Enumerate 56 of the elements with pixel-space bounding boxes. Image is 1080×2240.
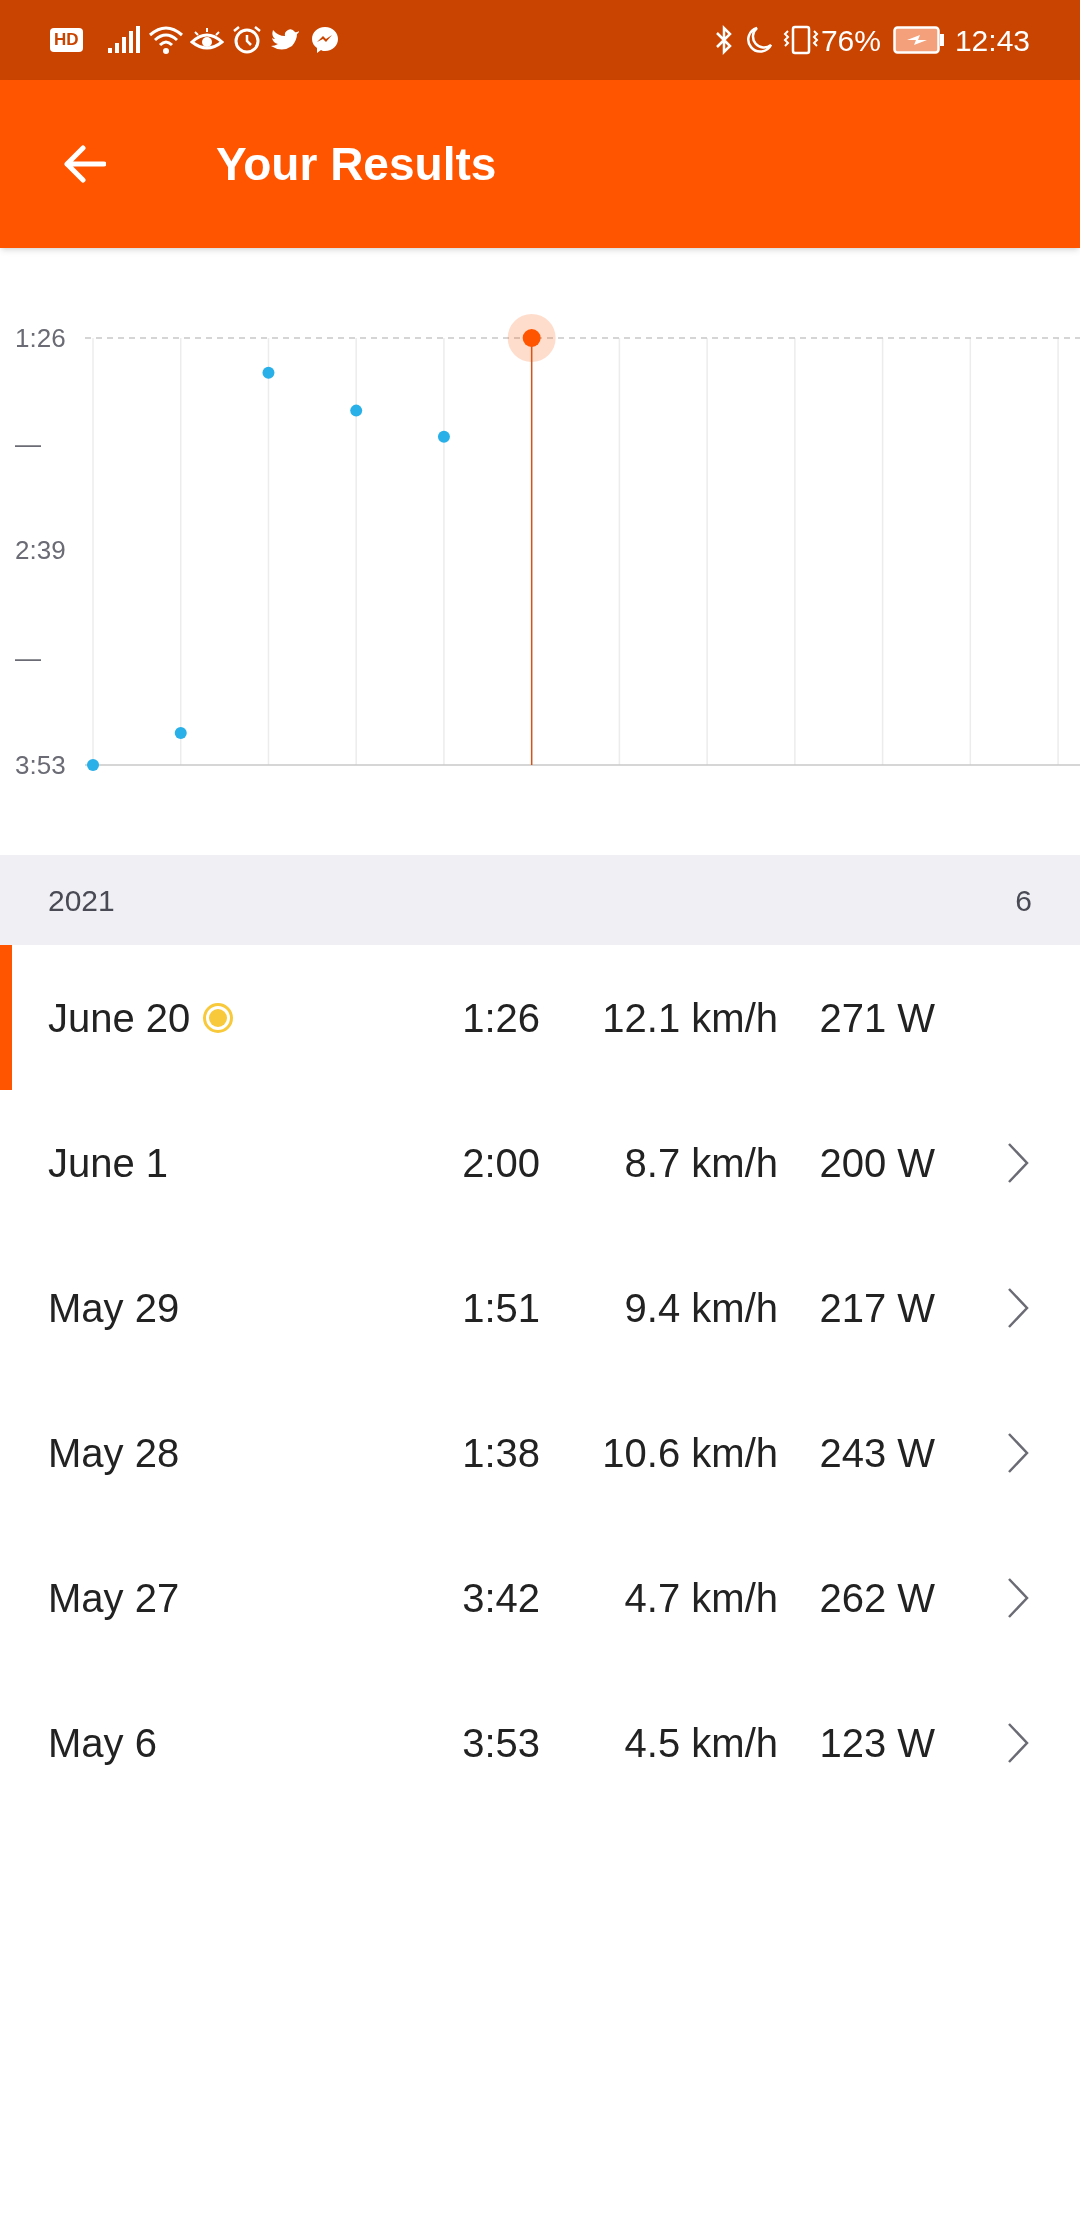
data-point: [262, 366, 275, 379]
axis-label: —: [15, 642, 41, 673]
result-speed: 9.4 km/h: [623, 1284, 778, 1332]
result-count: 6: [1015, 882, 1032, 919]
result-power: 123 W: [818, 1719, 935, 1767]
clock-time: 12:43: [954, 22, 1030, 59]
result-power: 200 W: [818, 1139, 935, 1187]
result-row[interactable]: May 29 1:51 9.4 km/h 217 W: [0, 1235, 1080, 1380]
data-point: [437, 430, 450, 443]
result-time: 2:00: [461, 1139, 540, 1187]
data-point: [174, 727, 187, 740]
data-point: [522, 329, 541, 347]
result-power: 262 W: [818, 1574, 935, 1622]
back-arrow-icon: [62, 144, 106, 184]
result-power: 217 W: [818, 1284, 935, 1332]
result-time: 1:51: [461, 1284, 540, 1332]
result-power: 243 W: [818, 1429, 935, 1477]
result-row[interactable]: May 6 3:53 4.5 km/h 123 W: [0, 1670, 1080, 1815]
result-power: 271 W: [818, 994, 935, 1042]
result-date: May 29: [48, 1284, 180, 1332]
result-time: 1:26: [461, 994, 540, 1042]
result-speed: 4.5 km/h: [623, 1719, 778, 1767]
bluetooth-icon: [714, 25, 733, 55]
alarm-icon: [231, 25, 262, 55]
screen-title: Your Results: [216, 136, 497, 192]
moon-icon: [744, 25, 773, 55]
result-date: May 6: [48, 1719, 157, 1767]
result-row[interactable]: May 27 3:42 4.7 km/h 262 W: [0, 1525, 1080, 1670]
vibrate-icon: [782, 25, 819, 55]
year-label: 2021: [48, 882, 115, 919]
axis-label: 2:39: [15, 535, 66, 566]
result-date: June 20: [48, 994, 191, 1042]
result-date: May 27: [48, 1574, 180, 1622]
result-date: May 28: [48, 1429, 180, 1477]
result-time: 3:53: [461, 1719, 540, 1767]
battery-percentage: 76%: [820, 22, 881, 59]
result-row[interactable]: June 20 1:26 12.1 km/h 271 W: [0, 945, 1080, 1090]
result-date: June 1: [48, 1139, 169, 1187]
axis-label: —: [15, 429, 41, 459]
result-time: 3:42: [461, 1574, 540, 1622]
result-speed: 8.7 km/h: [623, 1139, 778, 1187]
result-row[interactable]: June 1 2:00 8.7 km/h 200 W: [0, 1090, 1080, 1235]
axis-label: 1:26: [15, 323, 66, 353]
result-time: 1:38: [461, 1429, 540, 1477]
result-speed: 12.1 km/h: [601, 994, 778, 1042]
chat-bubble-icon: [309, 25, 340, 55]
hd-badge: HD: [50, 28, 83, 52]
axis-label: 3:53: [15, 750, 66, 780]
result-speed: 4.7 km/h: [623, 1574, 778, 1622]
data-point: [87, 759, 99, 771]
signal-icon: [107, 26, 140, 54]
battery-icon: [892, 26, 945, 54]
result-speed: 10.6 km/h: [601, 1429, 778, 1477]
wifi-icon: [147, 25, 184, 55]
data-point: [350, 404, 363, 417]
result-row[interactable]: May 28 1:38 10.6 km/h 243 W: [0, 1380, 1080, 1525]
